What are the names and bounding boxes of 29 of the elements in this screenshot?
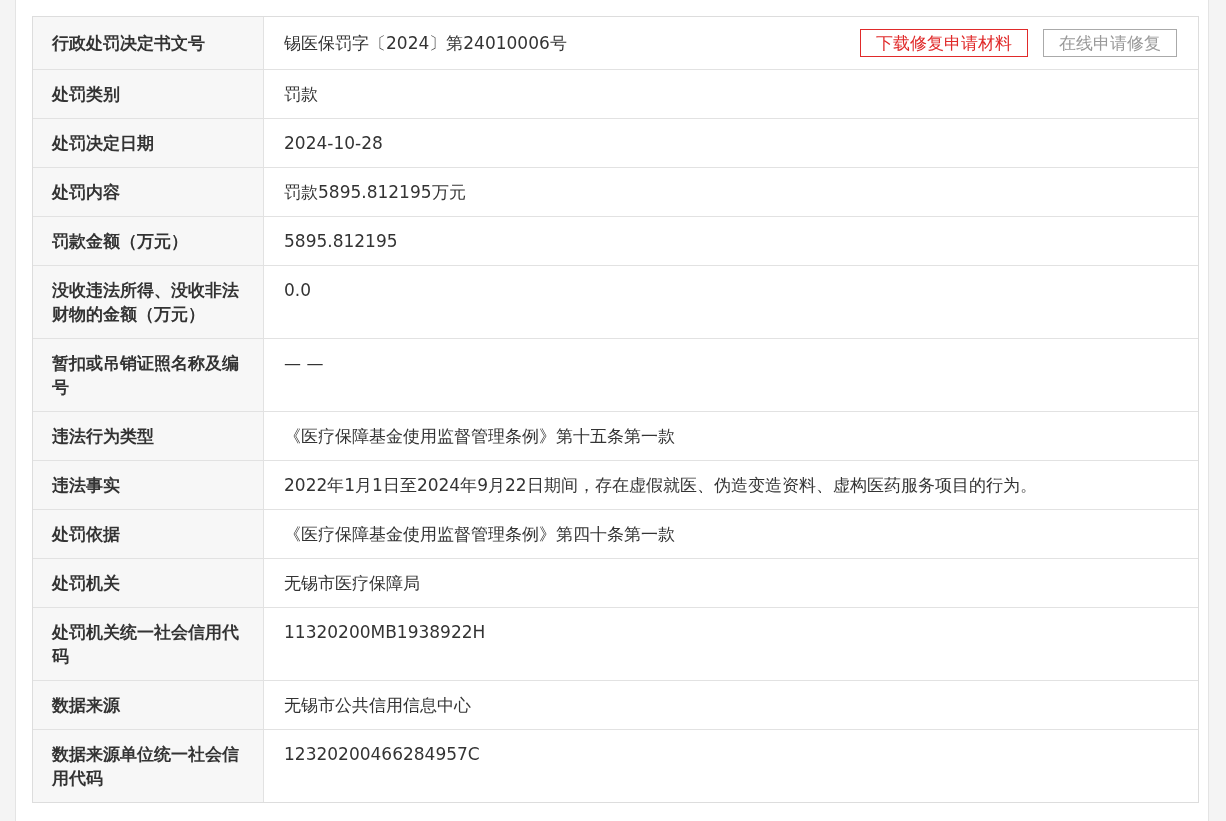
- field-value: 11320200MB1938922H: [284, 621, 486, 644]
- field-label: 处罚机关: [52, 572, 120, 595]
- field-label: 处罚类别: [52, 83, 120, 106]
- field-label: 违法行为类型: [52, 425, 154, 448]
- field-value: — —: [284, 352, 324, 375]
- field-value: 罚款: [284, 83, 318, 106]
- field-label: 处罚机关统一社会信用代码: [52, 621, 240, 668]
- field-label: 处罚决定日期: [52, 132, 154, 155]
- field-value: 罚款5895.812195万元: [284, 181, 466, 204]
- field-value: 《医疗保障基金使用监督管理条例》第十五条第一款: [284, 425, 675, 448]
- field-value: 无锡市公共信用信息中心: [284, 694, 471, 717]
- field-label: 数据来源: [52, 694, 120, 717]
- action-button[interactable]: 下载修复申请材料: [860, 29, 1028, 57]
- field-value: 5895.812195: [284, 230, 398, 253]
- field-label: 行政处罚决定书文号: [52, 32, 205, 55]
- field-label: 暂扣或吊销证照名称及编号: [52, 352, 240, 399]
- field-label: 罚款金额（万元）: [52, 230, 188, 253]
- field-value: 2024-10-28: [284, 132, 383, 155]
- field-value: 0.0: [284, 279, 312, 302]
- field-value: 无锡市医疗保障局: [284, 572, 420, 595]
- field-value: 《医疗保障基金使用监督管理条例》第四十条第一款: [284, 523, 675, 546]
- field-label: 违法事实: [52, 474, 120, 497]
- field-label: 没收违法所得、没收非法财物的金额（万元）: [52, 279, 240, 326]
- field-value: 2022年1月1日至2024年9月22日期间，存在虚假就医、伪造变造资料、虚构医药服务项目的行为。: [284, 474, 1037, 497]
- field-value: 12320200466284957C: [284, 743, 480, 766]
- field-label: 数据来源单位统一社会信用代码: [52, 743, 240, 790]
- field-label: 处罚内容: [52, 181, 120, 204]
- field-label: 处罚依据: [52, 523, 120, 546]
- field-value: 锡医保罚字〔2024〕第24010006号: [284, 32, 567, 55]
